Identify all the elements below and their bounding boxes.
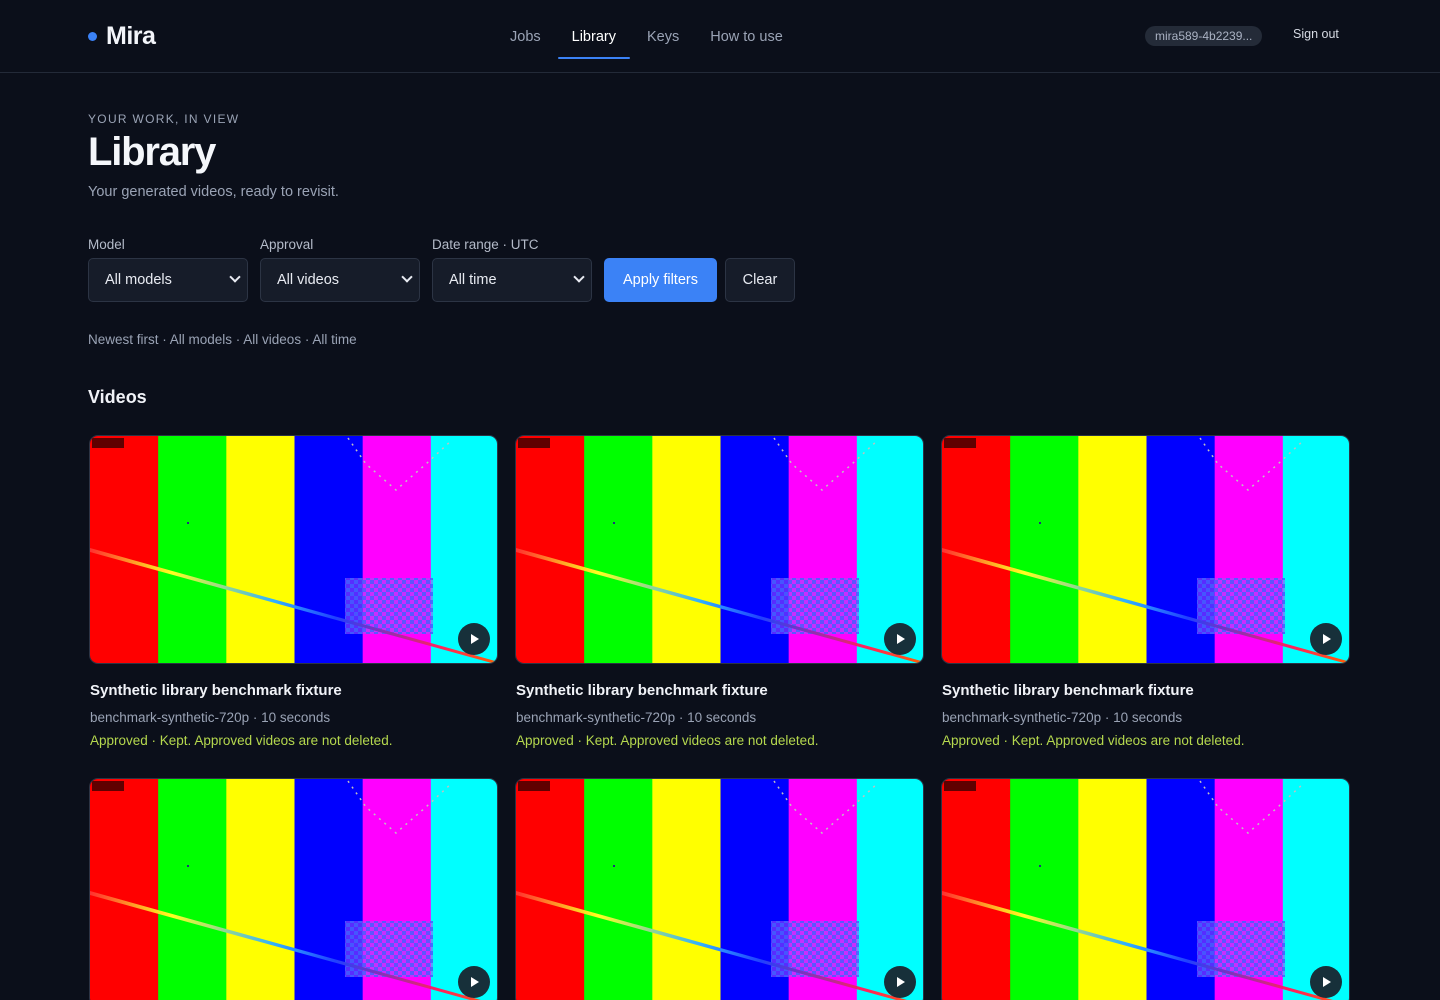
apply-filters-button[interactable]: Apply filters (604, 258, 717, 302)
model-select[interactable]: All models (88, 258, 248, 302)
approval-select-value: All videos (277, 272, 340, 288)
play-icon[interactable] (884, 623, 916, 655)
approval-select[interactable]: All videos (260, 258, 420, 302)
sign-out-link[interactable]: Sign out (1293, 27, 1339, 41)
chevron-down-icon (401, 271, 413, 283)
video-thumbnail[interactable] (89, 778, 498, 1000)
chevron-down-icon (229, 271, 241, 283)
account-id-badge: mira589-4b2239... (1145, 26, 1263, 46)
video-thumbnail[interactable] (89, 435, 498, 664)
page-title: Library (88, 130, 216, 174)
brand-logo[interactable]: Mira (88, 20, 156, 52)
page-eyebrow: YOUR WORK, IN VIEW (88, 112, 240, 126)
play-icon[interactable] (1310, 623, 1342, 655)
video-title[interactable]: Synthetic library benchmark fixture (515, 682, 924, 699)
video-card: Synthetic library benchmark fixture benc… (89, 435, 498, 748)
play-icon[interactable] (884, 966, 916, 998)
video-status: Approved · Kept. Approved videos are not… (516, 733, 819, 748)
video-card (941, 778, 1350, 1000)
thumbnail-image (516, 779, 923, 1000)
play-triangle-icon (897, 634, 905, 644)
video-thumbnail[interactable] (941, 778, 1350, 1000)
model-select-value: All models (105, 272, 172, 288)
nav-keys[interactable]: Keys (633, 0, 693, 73)
brand-name: Mira (106, 21, 156, 50)
top-navbar: Mira Jobs Library Keys How to use mira58… (0, 0, 1440, 73)
thumbnail-image (90, 436, 497, 663)
play-triangle-icon (1323, 977, 1331, 987)
video-meta: benchmark-synthetic-720p · 10 seconds (942, 710, 1183, 725)
main-nav: Jobs Library Keys How to use (496, 0, 800, 73)
video-card: Synthetic library benchmark fixture benc… (515, 435, 924, 748)
video-status: Approved · Kept. Approved videos are not… (90, 733, 393, 748)
video-card: Synthetic library benchmark fixture benc… (941, 435, 1350, 748)
thumbnail-image (942, 436, 1349, 663)
thumbnail-image (90, 779, 497, 1000)
video-thumbnail[interactable] (515, 435, 924, 664)
chevron-down-icon (573, 271, 585, 283)
play-triangle-icon (471, 977, 479, 987)
date-range-filter-label: Date range · UTC (432, 237, 539, 252)
nav-library[interactable]: Library (557, 0, 631, 73)
play-triangle-icon (1323, 634, 1331, 644)
video-title[interactable]: Synthetic library benchmark fixture (941, 682, 1350, 699)
nav-jobs[interactable]: Jobs (496, 0, 555, 73)
filter-summary: Newest first · All models · All videos ·… (88, 332, 357, 347)
thumbnail-image (516, 436, 923, 663)
video-thumbnail[interactable] (941, 435, 1350, 664)
nav-how-to-use[interactable]: How to use (696, 0, 797, 73)
videos-section-title: Videos (88, 387, 147, 407)
video-meta: benchmark-synthetic-720p · 10 seconds (90, 710, 331, 725)
page-subtitle: Your generated videos, ready to revisit. (88, 184, 339, 200)
video-card (89, 778, 498, 1000)
date-range-select[interactable]: All time (432, 258, 592, 302)
video-status: Approved · Kept. Approved videos are not… (942, 733, 1245, 748)
brand-dot-icon (88, 31, 97, 41)
play-triangle-icon (897, 977, 905, 987)
video-card (515, 778, 924, 1000)
play-icon[interactable] (458, 623, 490, 655)
model-filter-label: Model (88, 237, 125, 252)
play-icon[interactable] (1310, 966, 1342, 998)
approval-filter-label: Approval (260, 237, 314, 252)
video-title[interactable]: Synthetic library benchmark fixture (89, 682, 498, 699)
date-range-select-value: All time (449, 272, 497, 288)
play-icon[interactable] (458, 966, 490, 998)
video-meta: benchmark-synthetic-720p · 10 seconds (516, 710, 757, 725)
clear-filters-button[interactable]: Clear (725, 258, 795, 302)
play-triangle-icon (471, 634, 479, 644)
video-thumbnail[interactable] (515, 778, 924, 1000)
thumbnail-image (942, 779, 1349, 1000)
